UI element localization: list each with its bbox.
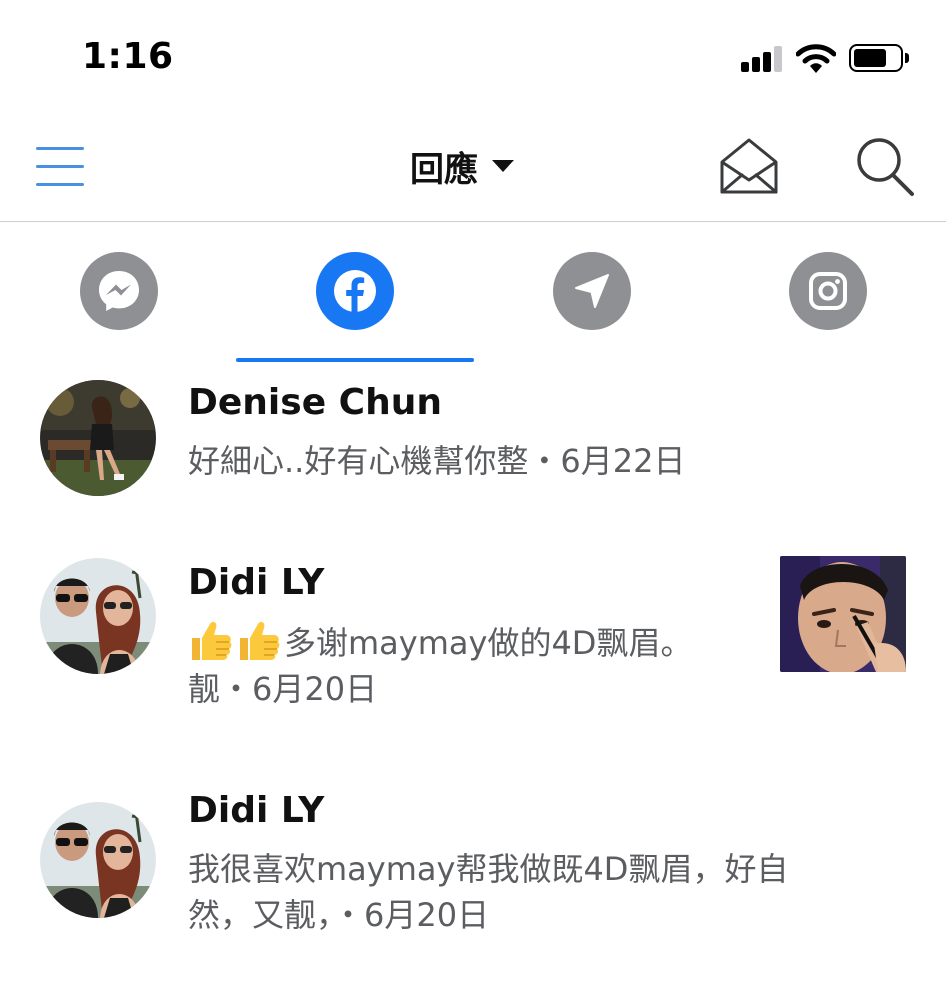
tab-facebook[interactable]	[316, 252, 394, 330]
comment-text: 好細心..好有心機幫你整・6月22日	[188, 438, 685, 484]
battery-icon	[849, 44, 909, 72]
comment-body-line1: 我很喜欢maymay帮我做既4D飘眉，好自	[188, 850, 789, 888]
avatar[interactable]	[40, 558, 156, 674]
caret-down-icon	[492, 160, 514, 172]
commenter-name: Denise Chun	[188, 382, 442, 423]
signal-icon	[741, 46, 785, 72]
mail-icon[interactable]	[718, 136, 780, 196]
menu-icon[interactable]	[36, 145, 86, 187]
comment-body: 好細心..好有心機幫你整	[188, 442, 529, 480]
comment-body-line2: 靓	[188, 670, 221, 708]
comment-body-line2: 然，又靓，	[188, 896, 333, 934]
comment-thumbnail[interactable]	[780, 556, 906, 672]
comment-text: 多谢maymay做的4D飘眉。 靓・6月20日	[188, 618, 692, 712]
commenter-name: Didi LY	[188, 562, 325, 603]
list-item[interactable]: Didi LY 我很喜欢maymay帮我做既4D飘眉，好自 然，又靓，・6月20…	[0, 778, 946, 978]
thumbs-up-icon	[236, 618, 282, 662]
wifi-icon	[795, 44, 837, 74]
nav-title-dropdown[interactable]: 回應	[410, 144, 514, 190]
nav-bar: 回應	[0, 110, 946, 222]
send-icon	[575, 274, 609, 308]
comment-body-line1: 多谢maymay做的4D飘眉。	[284, 624, 693, 662]
comment-date: ・6月22日	[528, 442, 686, 480]
list-item[interactable]: Didi LY 多谢maymay做的4D飘眉。 靓・6月20日	[0, 544, 946, 744]
channel-tabs	[0, 222, 946, 364]
instagram-icon	[809, 272, 847, 310]
status-time: 1:16	[82, 36, 174, 77]
list-item[interactable]: Denise Chun 好細心..好有心機幫你整・6月22日	[0, 364, 946, 534]
avatar[interactable]	[40, 802, 156, 918]
messenger-icon	[99, 271, 139, 311]
thumbs-up-icon	[188, 618, 234, 662]
comment-date: ・6月20日	[332, 896, 490, 934]
tab-instagram[interactable]	[789, 252, 867, 330]
comment-text: 我很喜欢maymay帮我做既4D飘眉，好自 然，又靓，・6月20日	[188, 846, 788, 938]
page-title: 回應	[410, 149, 478, 190]
commenter-name: Didi LY	[188, 790, 325, 831]
facebook-icon	[334, 270, 376, 312]
search-icon[interactable]	[854, 136, 916, 198]
tab-messenger[interactable]	[80, 252, 158, 330]
avatar[interactable]	[40, 380, 156, 496]
comment-date: ・6月20日	[220, 670, 378, 708]
tab-direct[interactable]	[553, 252, 631, 330]
status-bar: 1:16	[0, 0, 946, 110]
active-tab-indicator	[236, 358, 474, 362]
